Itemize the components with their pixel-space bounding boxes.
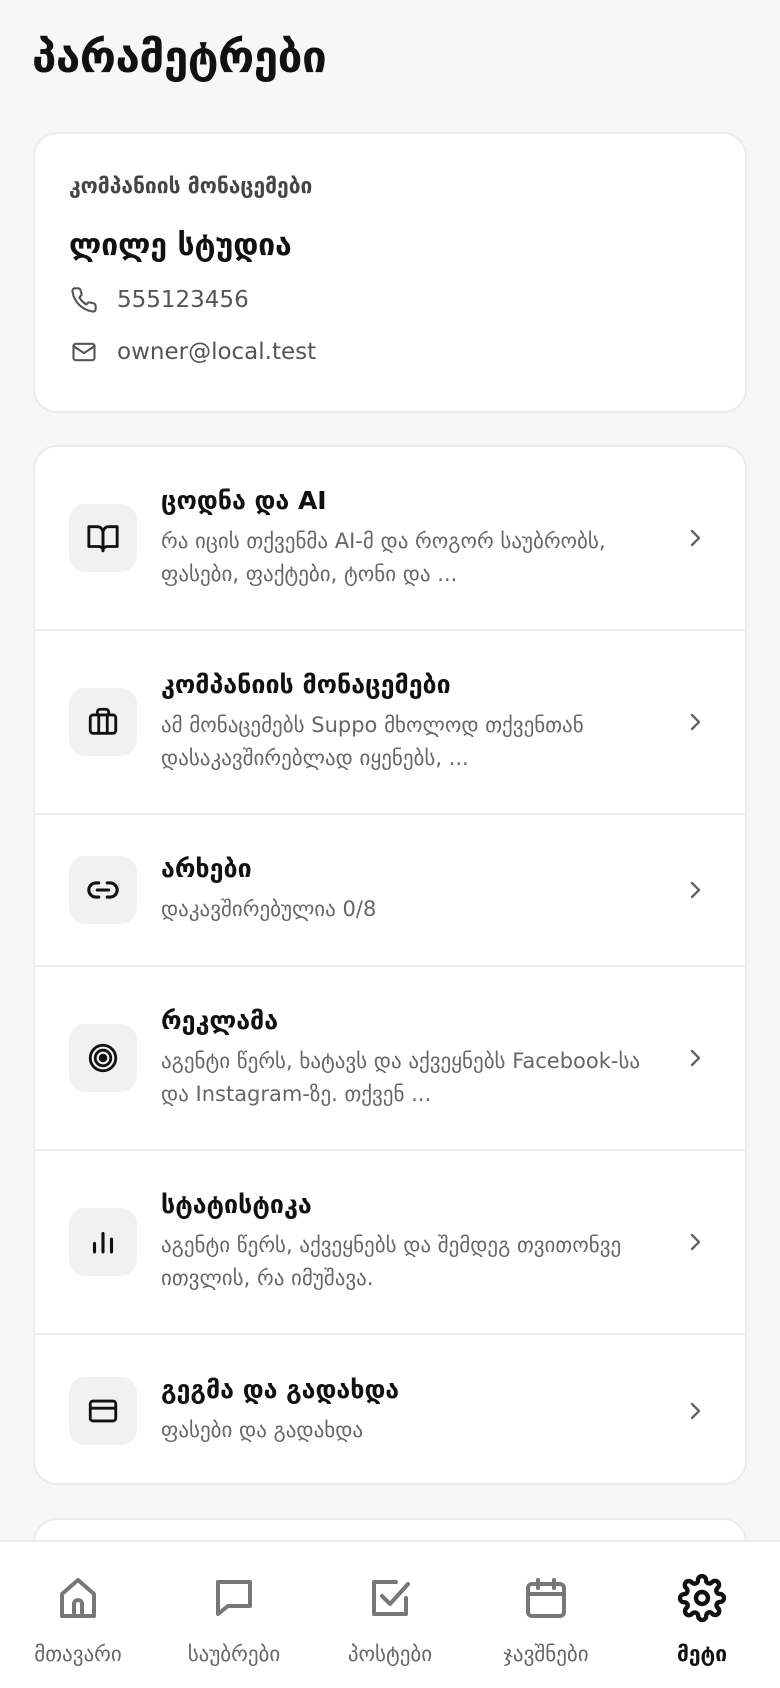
calendar-icon [522,1574,570,1626]
menu-item-plan-billing[interactable]: გეგმა და გადახდა ფასები და გადახდა [35,1335,745,1483]
menu-item-title: რეკლამა [161,1005,279,1035]
target-icon [69,1024,137,1092]
gear-icon [677,1573,727,1626]
company-card-caption: კომპანიის მონაცემები [69,174,313,198]
chevron-right-icon [681,524,709,552]
menu-item-description: აგენტი წერს, ხატავს და აქვეყნებს Faceboo… [161,1048,641,1106]
nav-label: მეტი [676,1642,728,1666]
nav-item-more[interactable]: მეტი [624,1542,780,1688]
menu-item-description: აგენტი წერს, აქვეყნებს და შემდეგ თვითონვ… [161,1232,622,1290]
check-square-icon [366,1574,414,1626]
nav-item-conversations[interactable]: საუბრები [156,1542,312,1688]
mail-icon [69,337,99,367]
menu-item-title: არხები [161,854,252,883]
menu-item-description: დაკავშირებულია 0/8 [161,897,377,921]
nav-item-posts[interactable]: პოსტები [312,1542,468,1688]
menu-item-description: რა იცის თქვენმა AI-მ და როგორ საუბრობს, … [161,528,606,586]
link-icon [69,856,137,924]
menu-item-company-data[interactable]: კომპანიის მონაცემები ამ მონაცემებს Suppo… [35,631,745,815]
chevron-right-icon [681,708,709,736]
company-email: owner@local.test [117,339,317,365]
nav-label: საუბრები [187,1642,281,1666]
home-icon [54,1574,102,1626]
page-title: პარამეტრები [32,32,327,83]
company-info-card: კომპანიის მონაცემები ლილე სტუდია 5551234… [33,132,747,413]
chat-icon [210,1574,258,1626]
menu-item-description: ამ მონაცემებს Suppo მხოლოდ თქვენთან დასა… [161,712,584,770]
bar-chart-icon [69,1208,137,1276]
company-name: ლილე სტუდია [69,228,292,263]
menu-item-title: კომპანიის მონაცემები [161,669,451,699]
menu-item-description: ფასები და გადახდა [161,1418,364,1442]
settings-screen: პარამეტრები კომპანიის მონაცემები ლილე სტ… [0,0,780,1688]
menu-item-title: ცოდნა და AI [161,485,327,515]
phone-icon [69,285,99,315]
briefcase-icon [69,688,137,756]
chevron-right-icon [681,876,709,904]
nav-item-home[interactable]: მთავარი [0,1542,156,1688]
menu-item-ads[interactable]: რეკლამა აგენტი წერს, ხატავს და აქვეყნებს… [35,967,745,1151]
chevron-right-icon [681,1228,709,1256]
menu-item-title: გეგმა და გადახდა [161,1375,400,1404]
menu-item-knowledge-ai[interactable]: ცოდნა და AI რა იცის თქვენმა AI-მ და როგო… [35,447,745,631]
chevron-right-icon [681,1397,709,1425]
company-email-row: owner@local.test [69,337,711,367]
settings-menu: ცოდნა და AI რა იცის თქვენმა AI-მ და როგო… [33,445,747,1485]
nav-item-bookings[interactable]: ჯავშნები [468,1542,624,1688]
nav-label: ჯავშნები [503,1642,589,1666]
nav-label: მთავარი [34,1642,122,1666]
book-icon [69,504,137,572]
nav-label: პოსტები [347,1642,433,1666]
bottom-nav: მთავარი საუბრები პოსტები ჯავშნები მეტი [0,1540,780,1688]
credit-card-icon [69,1377,137,1445]
menu-item-title: სტატისტიკა [161,1189,312,1219]
company-phone: 555123456 [117,287,249,313]
chevron-right-icon [681,1044,709,1072]
menu-item-channels[interactable]: არხები დაკავშირებულია 0/8 [35,815,745,967]
menu-item-statistics[interactable]: სტატისტიკა აგენტი წერს, აქვეყნებს და შემ… [35,1151,745,1335]
company-phone-row: 555123456 [69,285,711,315]
